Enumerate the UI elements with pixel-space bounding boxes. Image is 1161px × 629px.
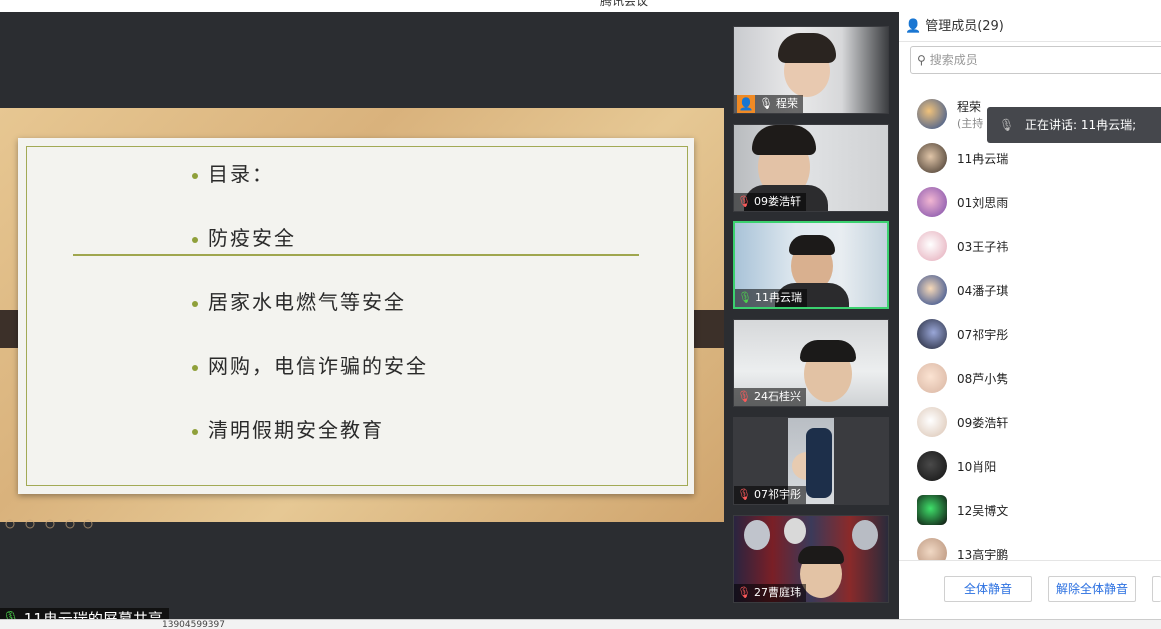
taskbar-text: 13904599397: [162, 620, 225, 629]
video-tile-label: 🎙 24石桂兴: [734, 388, 806, 406]
member-item[interactable]: 08芦小隽: [917, 362, 1008, 394]
avatar: [917, 538, 947, 560]
more-button[interactable]: [1152, 576, 1161, 602]
mic-muted-icon: 🎙: [737, 488, 751, 501]
bullet-dot-icon: [192, 172, 198, 179]
slide-bullet: 防疫安全: [192, 222, 296, 251]
window-title: 腾讯会议: [600, 0, 649, 8]
host-icon: 👤: [737, 95, 755, 113]
avatar: [917, 495, 947, 525]
video-tile[interactable]: 🎙 24石桂兴: [733, 319, 889, 407]
speaking-indicator: 🎙 正在讲话: 11冉云瑞;: [987, 107, 1161, 143]
avatar: [917, 187, 947, 217]
mic-muted-icon: 🎙: [737, 390, 751, 403]
member-item[interactable]: 09娄浩轩: [917, 406, 1008, 438]
members-panel: 👤 管理成员(29) ⚲ 搜索成员 程荣 (主持 11冉云瑞 01刘思雨 03王子祎 …: [899, 12, 1161, 619]
members-panel-footer: 全体静音 解除全体静音: [899, 560, 1161, 619]
video-tile-label: 🎙 27曹庭玮: [734, 584, 806, 602]
member-item[interactable]: 04潘子琪: [917, 274, 1008, 306]
video-tile-label: 🎙 11冉云瑞: [735, 289, 807, 307]
slide-bullet: 目录：: [192, 158, 274, 187]
video-tile[interactable]: 🎙 09娄浩轩: [733, 124, 889, 212]
search-icon: ⚲: [917, 53, 926, 67]
slide-bullet: 居家水电燃气等安全: [192, 286, 406, 315]
member-item[interactable]: 11冉云瑞: [917, 142, 1008, 174]
slide: 目录： 防疫安全 居家水电燃气等安全 网购，电信诈骗的安全 清明假期安全教育: [18, 138, 694, 494]
video-tile-label: 🎙 09娄浩轩: [734, 193, 806, 211]
mic-muted-icon: 🎙: [737, 586, 751, 599]
video-tile[interactable]: 👤 🎙 程荣: [733, 26, 889, 114]
video-tile-label: 🎙 07祁宇彤: [734, 486, 806, 504]
avatar: [917, 407, 947, 437]
search-members-input[interactable]: ⚲ 搜索成员: [910, 46, 1161, 74]
slide-divider: [73, 254, 639, 256]
meeting-window: 腾讯会议 目录： 防疫安全 居家水电燃气等安全 网购，电信诈骗的安全 清明假期安…: [0, 0, 1161, 629]
video-tile-label: 👤 🎙 程荣: [734, 95, 803, 113]
mic-icon: 🎙: [759, 97, 773, 110]
video-tile-active-speaker[interactable]: 🎙 11冉云瑞: [733, 221, 889, 309]
avatar: [917, 363, 947, 393]
slide-controls[interactable]: [4, 518, 94, 533]
video-tile[interactable]: 🎙 27曹庭玮: [733, 515, 889, 603]
member-item[interactable]: 01刘思雨: [917, 186, 1008, 218]
video-tiles-column: 👤 🎙 程荣 🎙 09娄浩轩 🎙 11冉云瑞 🎙 24石桂兴 🎙 07祁宇彤 🎙…: [724, 12, 899, 619]
members-icon: 👤: [905, 19, 922, 34]
bullet-dot-icon: [192, 236, 198, 243]
avatar: [917, 231, 947, 261]
member-item[interactable]: 03王子祎: [917, 230, 1008, 262]
avatar: [917, 451, 947, 481]
bullet-dot-icon: [192, 300, 198, 307]
mic-speaking-icon: 🎙: [738, 291, 752, 304]
member-item[interactable]: 07祁宇彤: [917, 318, 1008, 350]
screen-share-area[interactable]: 目录： 防疫安全 居家水电燃气等安全 网购，电信诈骗的安全 清明假期安全教育 🎙…: [0, 12, 724, 629]
avatar: [917, 99, 947, 129]
slide-bullet: 清明假期安全教育: [192, 414, 384, 443]
taskbar-strip: 13904599397: [0, 619, 1161, 629]
members-panel-header: 👤 管理成员(29): [899, 12, 1161, 42]
video-tile[interactable]: 🎙 07祁宇彤: [733, 417, 889, 505]
avatar: [917, 143, 947, 173]
mic-icon: 🎙: [999, 118, 1015, 132]
title-bar: 腾讯会议: [0, 0, 1161, 12]
bullet-dot-icon: [192, 428, 198, 435]
avatar: [917, 275, 947, 305]
bullet-dot-icon: [192, 364, 198, 371]
member-item[interactable]: 程荣 (主持: [917, 98, 983, 130]
mic-muted-icon: 🎙: [737, 195, 751, 208]
member-item[interactable]: 10肖阳: [917, 450, 996, 482]
members-title: 管理成员(29): [925, 19, 1004, 34]
slide-bullet: 网购，电信诈骗的安全: [192, 350, 428, 379]
member-item[interactable]: 13高宇鹏: [917, 538, 1008, 560]
unmute-all-button[interactable]: 解除全体静音: [1048, 576, 1136, 602]
mute-all-button[interactable]: 全体静音: [944, 576, 1032, 602]
member-item[interactable]: 12吴博文: [917, 494, 1008, 526]
slide-control-icons[interactable]: [4, 518, 94, 530]
avatar: [917, 319, 947, 349]
